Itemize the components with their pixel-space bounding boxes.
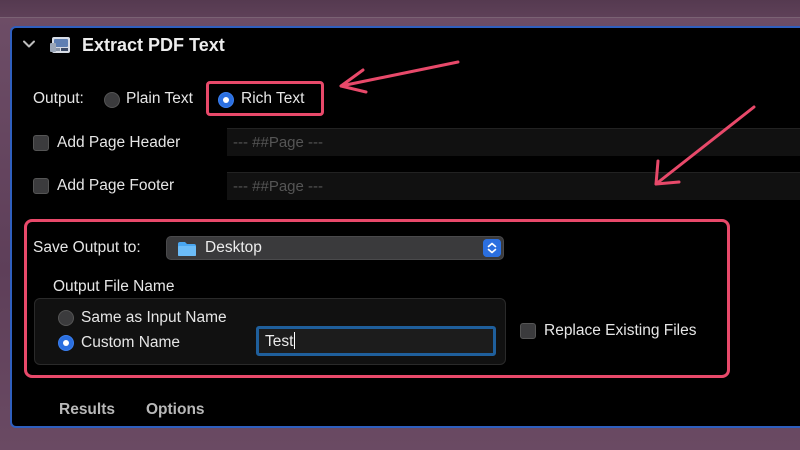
plain-text-label[interactable]: Plain Text xyxy=(126,90,193,108)
text-caret xyxy=(294,332,296,349)
custom-name-radio[interactable] xyxy=(58,335,74,351)
window-top-edge xyxy=(0,0,800,18)
add-page-header-label[interactable]: Add Page Header xyxy=(57,134,180,152)
save-location-popup[interactable]: Desktop xyxy=(166,236,504,260)
save-output-label: Save Output to: xyxy=(33,239,141,256)
add-page-footer-checkbox[interactable] xyxy=(33,178,49,194)
action-title: Extract PDF Text xyxy=(82,35,225,55)
replace-existing-label[interactable]: Replace Existing Files xyxy=(544,322,696,340)
chevron-down-icon[interactable] xyxy=(22,37,36,51)
add-page-header-checkbox[interactable] xyxy=(33,135,49,151)
replace-existing-checkbox[interactable] xyxy=(520,323,536,339)
automator-action-icon xyxy=(50,37,70,53)
same-as-input-radio[interactable] xyxy=(58,310,74,326)
add-page-footer-label[interactable]: Add Page Footer xyxy=(57,177,174,195)
rich-text-highlight xyxy=(206,81,324,116)
custom-name-value: Test xyxy=(265,333,294,350)
page-footer-field[interactable]: --- ##Page --- xyxy=(227,172,800,200)
custom-name-input[interactable]: Test xyxy=(256,326,496,356)
tab-options[interactable]: Options xyxy=(146,401,205,419)
folder-icon xyxy=(178,242,196,256)
custom-name-label[interactable]: Custom Name xyxy=(81,334,180,352)
same-as-input-label[interactable]: Same as Input Name xyxy=(81,309,227,327)
chevron-up-down-icon xyxy=(483,239,501,257)
save-location-value: Desktop xyxy=(205,239,262,256)
output-file-name-label: Output File Name xyxy=(53,278,175,295)
action-panel: Extract PDF Text Output: Plain Text Rich… xyxy=(10,26,800,428)
output-label: Output: xyxy=(33,90,84,107)
page-header-field[interactable]: --- ##Page --- xyxy=(227,128,800,156)
tab-results[interactable]: Results xyxy=(59,401,115,419)
plain-text-radio[interactable] xyxy=(104,92,120,108)
